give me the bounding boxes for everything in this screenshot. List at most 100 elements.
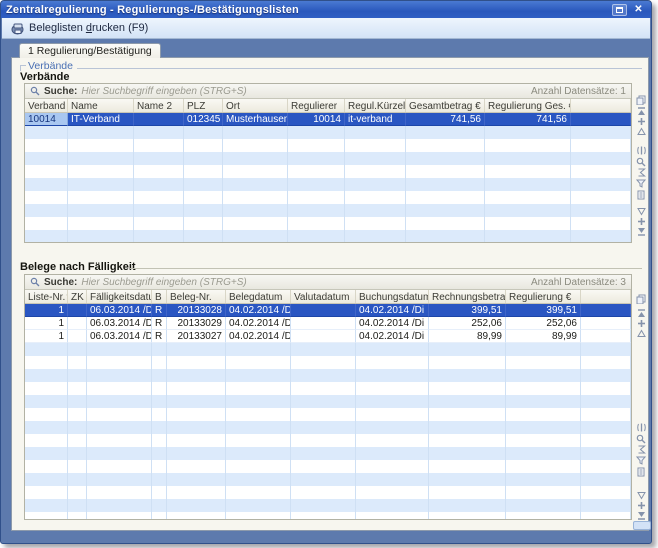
verbaende-search-bar[interactable]: Suche: Hier Suchbegriff eingeben (STRG+S…: [25, 84, 631, 99]
cell[interactable]: it-verband: [345, 113, 406, 126]
cell[interactable]: IT-Verband: [68, 113, 134, 126]
cell[interactable]: 04.02.2014 /Di: [226, 317, 291, 330]
filter-icon[interactable]: [634, 178, 648, 189]
column-fit-icon[interactable]: [634, 145, 648, 156]
cell[interactable]: Musterhausen: [223, 113, 288, 126]
copy-icon[interactable]: [634, 293, 648, 304]
column-header-f-lligkeitsdatum[interactable]: Fälligkeitsdatum: [87, 290, 152, 303]
cell[interactable]: 1: [25, 317, 68, 330]
cell[interactable]: 1: [25, 304, 68, 317]
column-header-buchungsdatum[interactable]: Buchungsdatum: [356, 290, 429, 303]
cell[interactable]: R: [152, 304, 167, 317]
cell[interactable]: 012345: [184, 113, 223, 126]
scroll-bottom-icon[interactable]: [634, 510, 648, 521]
cell[interactable]: 04.02.2014 /Di: [356, 304, 429, 317]
cell: [581, 408, 631, 421]
cell: [87, 486, 152, 499]
column-header-beleg-nr-[interactable]: Beleg-Nr.: [167, 290, 226, 303]
cell[interactable]: [581, 330, 631, 343]
cell[interactable]: [291, 330, 356, 343]
filter-icon[interactable]: [634, 455, 648, 466]
cell: [152, 447, 167, 460]
column-header-gesamtbetrag-[interactable]: Gesamtbetrag €: [406, 99, 485, 112]
column-fit-icon[interactable]: [634, 422, 648, 433]
cell[interactable]: 1: [25, 330, 68, 343]
column-header-name-2[interactable]: Name 2: [134, 99, 184, 112]
column-header-regulierer[interactable]: Regulierer: [288, 99, 345, 112]
cell[interactable]: 252,06: [506, 317, 581, 330]
cell: [68, 382, 87, 395]
empty-row: [25, 486, 631, 499]
cell[interactable]: 399,51: [506, 304, 581, 317]
column-header-belegdatum[interactable]: Belegdatum: [226, 290, 291, 303]
row-up-icon[interactable]: [634, 126, 648, 137]
cell[interactable]: R: [152, 330, 167, 343]
cell[interactable]: 741,56: [406, 113, 485, 126]
table-row[interactable]: 106.03.2014 /DoR2013302804.02.2014 /Di04…: [25, 304, 631, 317]
column-header-b[interactable]: B: [152, 290, 167, 303]
cell[interactable]: 252,06: [429, 317, 506, 330]
cell: [226, 499, 291, 512]
cell[interactable]: 04.02.2014 /Di: [356, 317, 429, 330]
verbaende-search-input[interactable]: Hier Suchbegriff eingeben (STRG+S): [81, 86, 527, 97]
magnifier-icon[interactable]: [634, 156, 648, 167]
column-header-regulierung-ges-[interactable]: Regulierung Ges. €: [485, 99, 571, 112]
cell[interactable]: [134, 113, 184, 126]
cell[interactable]: [581, 304, 631, 317]
column-header-regulierung-[interactable]: Regulierung €: [506, 290, 581, 303]
title-bar[interactable]: Zentralregulierung - Regulierungs-/Bestä…: [1, 1, 651, 18]
cell[interactable]: 06.03.2014 /Do: [87, 317, 152, 330]
cell[interactable]: [291, 317, 356, 330]
cell[interactable]: 04.02.2014 /Di: [226, 304, 291, 317]
grid-corner-box[interactable]: [633, 521, 651, 530]
export-icon[interactable]: [634, 466, 648, 477]
cell[interactable]: 06.03.2014 /Do: [87, 304, 152, 317]
column-header-plz[interactable]: PLZ: [184, 99, 223, 112]
column-header-valutadatum[interactable]: Valutadatum: [291, 290, 356, 303]
cell: [68, 460, 87, 473]
belege-search-bar[interactable]: Suche: Hier Suchbegriff eingeben (STRG+S…: [25, 275, 631, 290]
table-row[interactable]: 106.03.2014 /DoR2013302904.02.2014 /Di04…: [25, 317, 631, 330]
cell[interactable]: 741,56: [485, 113, 571, 126]
cell[interactable]: 89,99: [506, 330, 581, 343]
belege-search-input[interactable]: Hier Suchbegriff eingeben (STRG+S): [81, 277, 527, 288]
column-header-ort[interactable]: Ort: [223, 99, 288, 112]
row-up-icon[interactable]: [634, 328, 648, 339]
column-header-verband[interactable]: Verband: [25, 99, 68, 112]
cell[interactable]: 399,51: [429, 304, 506, 317]
cell[interactable]: 04.02.2014 /Di: [356, 330, 429, 343]
cell[interactable]: [291, 304, 356, 317]
table-row[interactable]: 10014IT-Verband012345Musterhausen10014it…: [25, 113, 631, 126]
column-header-zk[interactable]: ZK: [68, 290, 87, 303]
cell[interactable]: 10014: [25, 113, 68, 126]
cell: [506, 499, 581, 512]
cell[interactable]: [581, 317, 631, 330]
close-window-button[interactable]: ✕: [631, 4, 646, 16]
tab-regulierung-bestaetigung[interactable]: 1 Regulierung/Bestätigung: [19, 43, 161, 58]
cell[interactable]: 06.03.2014 /Do: [87, 330, 152, 343]
column-header-name[interactable]: Name: [68, 99, 134, 112]
cell[interactable]: 89,99: [429, 330, 506, 343]
cell[interactable]: [68, 317, 87, 330]
column-header-rechnungsbetrag-[interactable]: Rechnungsbetrag €: [429, 290, 506, 303]
cell[interactable]: 20133029: [167, 317, 226, 330]
cell[interactable]: [68, 304, 87, 317]
cell[interactable]: 20133027: [167, 330, 226, 343]
scroll-bottom-icon[interactable]: [634, 226, 648, 237]
column-header-liste-nr-[interactable]: Liste-Nr.▼: [25, 290, 68, 303]
copy-icon[interactable]: [634, 94, 648, 105]
restore-window-button[interactable]: [612, 4, 627, 16]
cell[interactable]: 20133028: [167, 304, 226, 317]
cell[interactable]: [571, 113, 631, 126]
table-row[interactable]: 106.03.2014 /DoR2013302704.02.2014 /Di04…: [25, 330, 631, 343]
print-beleglisten-button[interactable]: Beleglisten drucken (F9): [6, 20, 153, 37]
cell[interactable]: 10014: [288, 113, 345, 126]
cell[interactable]: 04.02.2014 /Di: [226, 330, 291, 343]
sum-icon[interactable]: [634, 444, 648, 455]
cell[interactable]: R: [152, 317, 167, 330]
magnifier-icon[interactable]: [634, 433, 648, 444]
sum-icon[interactable]: [634, 167, 648, 178]
cell[interactable]: [68, 330, 87, 343]
export-icon[interactable]: [634, 189, 648, 200]
column-header-regul-k-rzel[interactable]: Regul.Kürzel: [345, 99, 406, 112]
